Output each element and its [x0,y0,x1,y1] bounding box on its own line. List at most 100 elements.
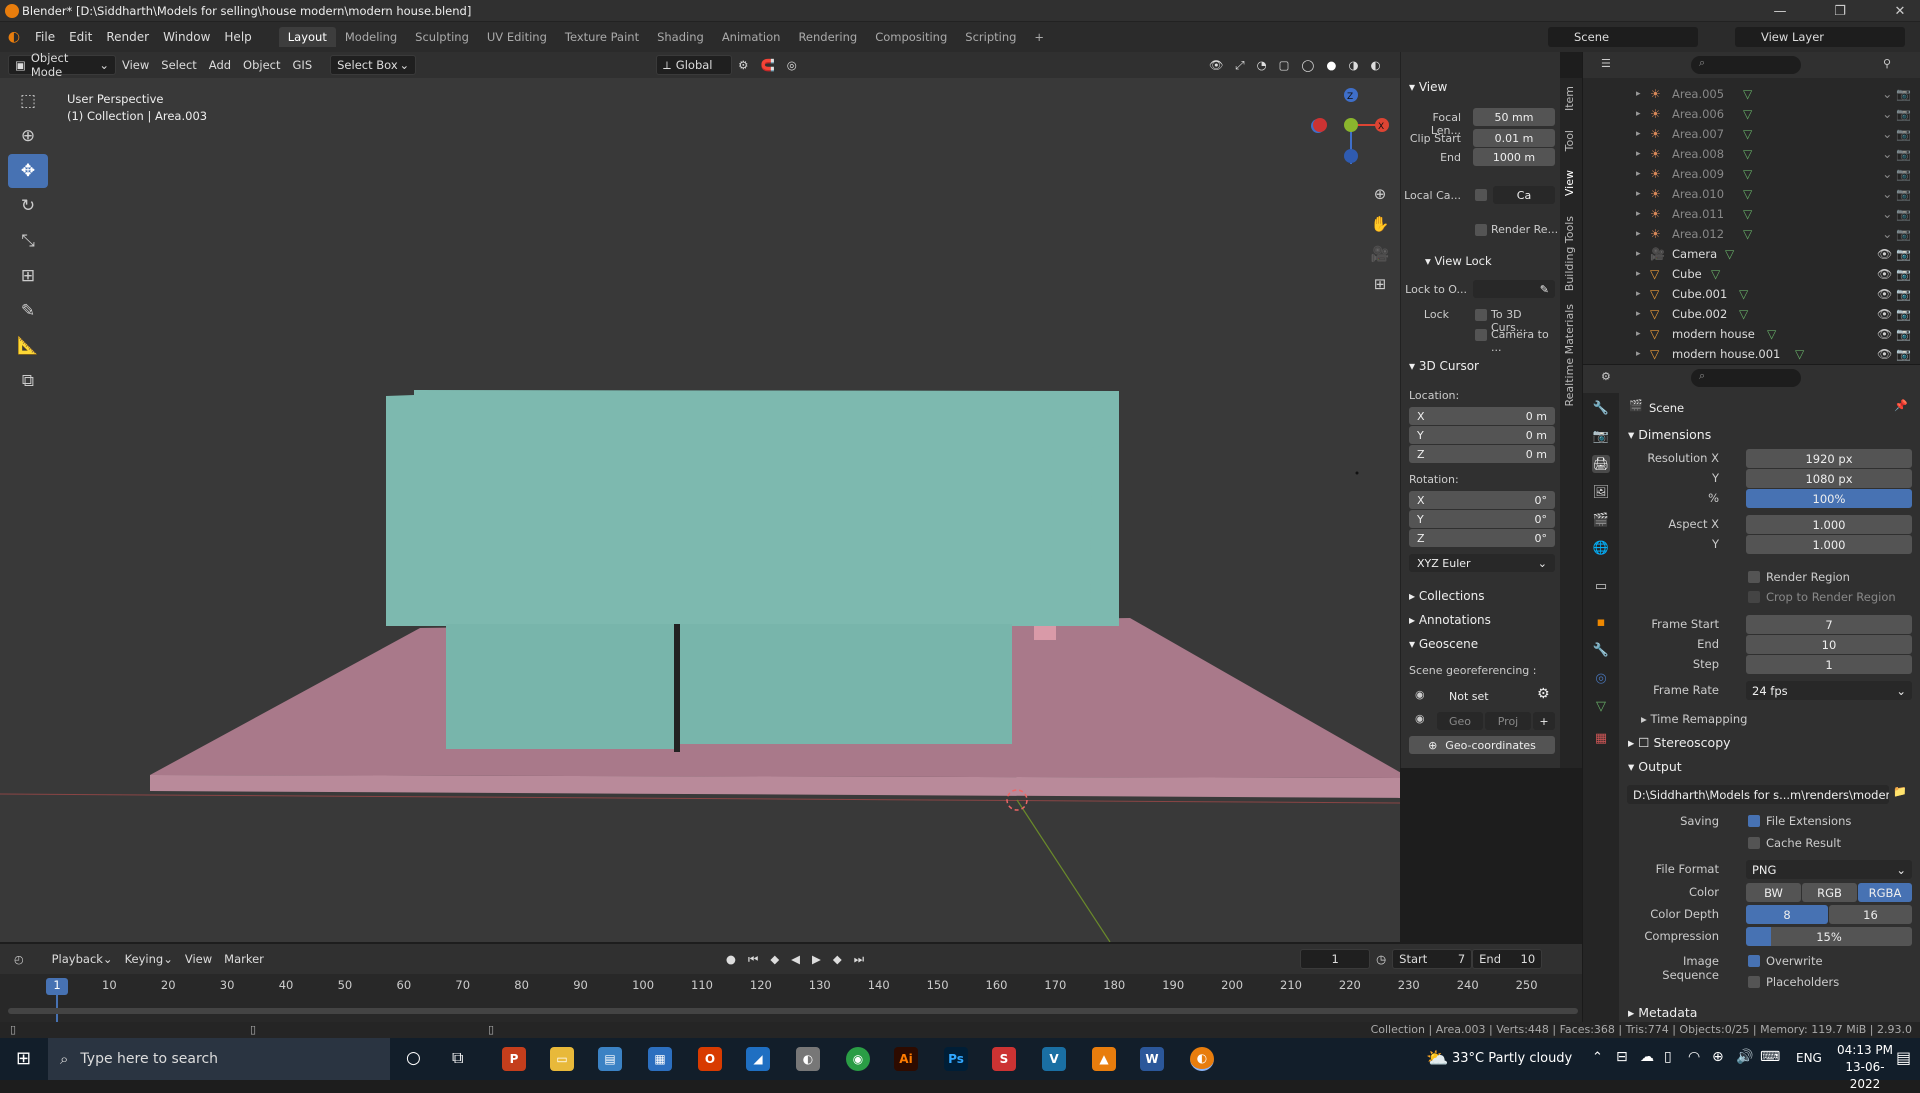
playback-menu[interactable]: Playback ⌄ [46,949,119,969]
clip-start-field[interactable]: 0.01 m [1473,129,1555,147]
object-data-icon[interactable]: ▽ [1711,267,1720,281]
cursor-rotation-x[interactable]: X 0° [1409,491,1555,509]
collections-header[interactable]: ▸ Collections [1409,589,1484,603]
expand-arrow-icon[interactable]: ▸ [1636,89,1641,99]
resolution-percent-field[interactable]: 100% [1746,489,1912,508]
scene-selector[interactable]: Scene [1548,27,1698,47]
time-remapping-header[interactable]: ▸ Time Remapping [1641,712,1747,726]
keyboard-icon[interactable]: ⌨ [1760,1049,1780,1065]
expand-arrow-icon[interactable]: ▸ [1636,349,1641,359]
cursor-location-y[interactable]: Y0 m [1409,426,1555,444]
stereoscopy-header[interactable]: ▸ ☐ Stereoscopy [1628,735,1731,750]
resolution-y-field[interactable]: 1080 px [1746,469,1912,488]
visibility-toggle-icon[interactable]: 👁 📷 [1877,327,1911,341]
dimensions-header[interactable]: ▾ Dimensions [1628,427,1711,442]
cursor-rotation-y[interactable]: Y 0° [1409,510,1555,528]
visibility-icon[interactable]: 👁 [1203,55,1230,75]
cursor-location-z[interactable]: Z0 m [1409,445,1555,463]
menu-edit[interactable]: Edit [62,30,99,44]
outliner-row[interactable]: ▸ ▽ Cube.001 ▽ 👁 📷 [1583,284,1920,304]
outliner-item-name[interactable]: Cube.002 [1672,307,1727,321]
clock-icon[interactable]: ◷ [1370,949,1392,969]
start-frame-field[interactable]: Start 7 [1392,949,1473,969]
app-icon[interactable]: ◢ [746,1047,770,1071]
metadata-header[interactable]: ▸ Metadata [1628,1005,1697,1020]
select-menu[interactable]: Select [155,55,202,75]
move-icon[interactable]: ✥ [8,154,48,188]
next-keyframe-icon[interactable]: ◆ [827,949,848,969]
outliner-item-name[interactable]: Area.006 [1672,107,1724,121]
object-data-icon[interactable]: ▽ [1743,147,1752,161]
play-reverse-icon[interactable]: ◀ [785,949,806,969]
tab-animation[interactable]: Animation [713,27,790,47]
outliner-row[interactable]: ▸ ☀ Area.006 ▽ ⌄ 📷 [1583,104,1920,124]
zoom-icon[interactable]: ⊕ [1366,180,1394,208]
measure-icon[interactable]: 📐 [8,329,48,363]
frame-step-field[interactable]: 1 [1746,655,1912,674]
outliner-row[interactable]: ▸ ☀ Area.010 ▽ ⌄ 📷 [1583,184,1920,204]
timeline-editor-icon[interactable]: ◴ [14,953,24,966]
outliner-item-name[interactable]: Area.012 [1672,227,1724,241]
powerpoint-icon[interactable]: P [502,1047,526,1071]
object-data-icon[interactable]: ▽ [1739,287,1748,301]
properties-editor-icon[interactable]: ⚙ [1601,370,1611,383]
current-frame-field[interactable]: 1 [1300,949,1371,969]
frame-start-field[interactable]: 7 [1746,615,1912,634]
object-data-icon[interactable]: ▽ [1743,187,1752,201]
outliner-row[interactable]: ▸ ▽ modern house ▽ 👁 📷 [1583,324,1920,344]
radio-icon[interactable]: ◉ [1415,688,1425,701]
eyedropper-icon[interactable]: ✎ [1540,283,1549,296]
visibility-toggle-icon[interactable]: 👁 📷 [1877,247,1911,261]
lock-to-cursor-checkbox[interactable] [1475,309,1487,321]
add-workspace-icon[interactable]: + [1025,27,1053,47]
visibility-toggle-icon[interactable]: ⌄ 📷 [1882,227,1911,241]
geo-button[interactable]: Geo [1437,712,1483,730]
object-menu[interactable]: Object [237,55,286,75]
mode-dropdown[interactable]: ▣ Object Mode ⌄ [8,51,116,79]
radio-icon[interactable]: ◉ [1415,712,1425,725]
illustrator-icon[interactable]: Ai [894,1047,918,1071]
geo-coordinates-button[interactable]: ⊕ Geo-coordinates [1409,736,1555,754]
pivot-icon[interactable]: ⚙ [732,55,754,75]
outliner-item-name[interactable]: modern house [1672,327,1755,341]
properties-search[interactable]: ⌕ [1691,369,1801,387]
expand-arrow-icon[interactable]: ▸ [1636,249,1641,259]
wireframe-shading-icon[interactable]: ◯ [1296,55,1321,75]
lock-to-object-field[interactable]: ✎ [1473,280,1555,298]
pan-hand-icon[interactable]: ✋ [1366,210,1394,238]
snap-icon[interactable]: 🧲 [754,55,780,75]
visibility-toggle-icon[interactable]: 👁 📷 [1877,347,1911,361]
collection-tab-icon[interactable]: ▭ [1592,577,1610,595]
visibility-toggle-icon[interactable]: ⌄ 📷 [1882,127,1911,141]
overwrite-checkbox[interactable] [1748,955,1760,967]
cursor-icon[interactable]: ⊕ [8,119,48,153]
record-icon[interactable]: ● [720,949,742,969]
expand-arrow-icon[interactable]: ▸ [1636,289,1641,299]
globe-icon[interactable]: ⊕ [1712,1049,1724,1065]
camera-view-icon[interactable]: 🎥 [1366,240,1394,268]
solid-shading-icon[interactable]: ● [1320,55,1342,75]
outliner-item-name[interactable]: Area.010 [1672,187,1724,201]
photos-icon[interactable]: ▤ [598,1047,622,1071]
placeholders-checkbox[interactable] [1748,976,1760,988]
object-data-icon[interactable]: ▽ [1743,107,1752,121]
frame-rate-dropdown[interactable]: 24 fps ⌄ [1746,681,1912,700]
world-tab-icon[interactable]: 🌐 [1592,539,1610,557]
menu-file[interactable]: File [28,30,62,44]
network-icon[interactable]: ⊟ [1616,1049,1628,1065]
outliner-search[interactable]: ⌕ [1691,56,1801,74]
3d-viewport[interactable]: Z X User Perspective (1) Collection | Ar… [0,78,1400,942]
visibility-toggle-icon[interactable]: ⌄ 📷 [1882,107,1911,121]
expand-arrow-icon[interactable]: ▸ [1636,269,1641,279]
onedrive-icon[interactable]: ☁ [1640,1049,1654,1065]
menu-render[interactable]: Render [99,30,156,44]
prev-keyframe-icon[interactable]: ◆ [764,949,785,969]
timeline-view-menu[interactable]: View [179,949,218,969]
rotation-mode-dropdown[interactable]: XYZ Euler ⌄ [1409,554,1555,572]
proportional-edit-icon[interactable]: ◎ [781,55,803,75]
outliner-row[interactable]: ▸ ▽ Cube ▽ 👁 📷 [1583,264,1920,284]
camera-to-view-checkbox[interactable] [1475,329,1487,341]
object-tab-icon[interactable]: ▪ [1592,613,1610,631]
file-format-dropdown[interactable]: PNG ⌄ [1746,860,1912,879]
render-region-checkbox[interactable] [1475,224,1487,236]
